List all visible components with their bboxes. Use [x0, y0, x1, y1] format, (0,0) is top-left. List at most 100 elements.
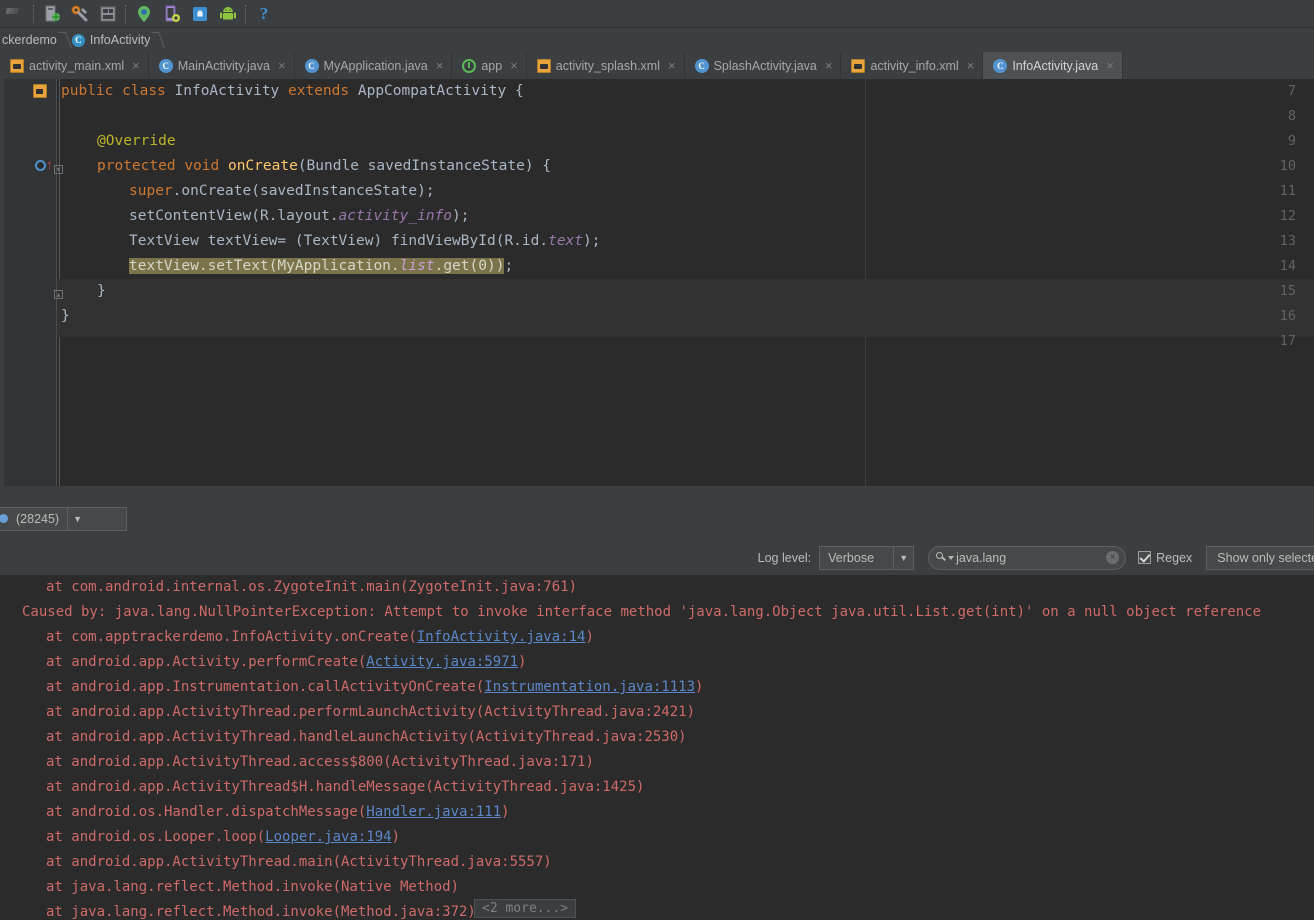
code-line-9[interactable]: @Override: [57, 129, 1314, 154]
editor-tab-activity-info-xml[interactable]: activity_info.xml×: [841, 52, 983, 79]
source-link[interactable]: Instrumentation.java:1113: [484, 679, 695, 695]
more-button-label: <2 more...>: [482, 901, 568, 916]
regex-checkbox[interactable]: [1138, 551, 1151, 564]
close-tab-icon[interactable]: ×: [510, 61, 518, 71]
token-cast-textview: TextView: [304, 233, 374, 249]
line-number-12: 12: [1280, 204, 1296, 229]
logcat-line: at android.app.Activity.performCreate(Ac…: [0, 650, 526, 675]
log-level-value: Verbose: [820, 551, 893, 565]
code-line-16[interactable]: }: [57, 304, 1314, 329]
editor-tab-infoactivity-java[interactable]: CInfoActivity.java×: [983, 52, 1123, 79]
code-line-12[interactable]: setContentView(R.layout.activity_info);: [57, 204, 1314, 229]
line-number-11: 11: [1280, 179, 1296, 204]
process-value: (28245): [8, 512, 67, 526]
layout-inspector-icon[interactable]: [97, 3, 119, 25]
code-editor[interactable]: public class InfoActivity extends AppCom…: [0, 79, 1314, 486]
logcat-line: at android.app.ActivityThread.handleLaun…: [0, 725, 687, 750]
logcat-search-input[interactable]: java.lang ×: [928, 546, 1126, 570]
close-tab-icon[interactable]: ×: [967, 61, 975, 71]
avd-manager-icon[interactable]: [69, 3, 91, 25]
logcat-text: at com.android.internal.os.ZygoteInit.ma…: [46, 579, 577, 595]
android-robot-icon[interactable]: [217, 3, 239, 25]
log-level-dropdown[interactable]: Verbose ▼: [819, 546, 914, 570]
line-number-7: 7: [1288, 79, 1296, 104]
editor-tab-app[interactable]: app×: [452, 52, 526, 79]
breadcrumb-item-project[interactable]: ckerdemo: [0, 30, 61, 50]
logcat-output[interactable]: at com.android.internal.os.ZygoteInit.ma…: [0, 575, 1314, 920]
log-level-chevron-down-icon[interactable]: ▼: [893, 547, 913, 569]
token-call-get: get: [443, 258, 469, 274]
line-number-16: 16: [1280, 304, 1296, 329]
token-R-2: R: [504, 233, 513, 249]
collapsed-stacktrace-more-button[interactable]: <2 more...>: [474, 899, 576, 918]
editor-tab-mainactivity-java[interactable]: CMainActivity.java×: [149, 52, 295, 79]
toolbar-separator-3: [245, 5, 247, 23]
log-level-label: Log level:: [758, 551, 812, 565]
logcat-text: ): [695, 679, 703, 695]
source-link[interactable]: Handler.java:111: [366, 804, 501, 820]
close-tab-icon[interactable]: ×: [436, 61, 444, 71]
xml-file-icon: [537, 59, 551, 73]
code-line-15[interactable]: }: [57, 279, 1314, 304]
sync-gradle-icon[interactable]: [5, 3, 27, 25]
java-class-icon: C: [695, 59, 709, 73]
process-dropdown[interactable]: (28245) ▼: [0, 507, 127, 531]
source-link[interactable]: InfoActivity.java:14: [417, 629, 586, 645]
xml-layout-gutter-icon[interactable]: [33, 84, 47, 98]
logcat-text: at com.apptrackerdemo.InfoActivity.onCre…: [46, 629, 417, 645]
token-type-textview: TextView: [129, 233, 199, 249]
show-only-selected-label: Show only selected: [1217, 551, 1314, 565]
logcat-text: at android.app.ActivityThread.handleLaun…: [46, 729, 687, 745]
token-var-textview-2: textView: [129, 258, 199, 274]
code-line-10[interactable]: protected void onCreate(Bundle savedInst…: [57, 154, 1314, 179]
help-icon[interactable]: ?: [253, 3, 275, 25]
close-tab-icon[interactable]: ×: [668, 61, 676, 71]
clear-search-icon[interactable]: ×: [1106, 551, 1119, 564]
editor-tab-activity-splash-xml[interactable]: activity_splash.xml×: [527, 52, 685, 79]
java-class-icon: C: [305, 59, 319, 73]
editor-code-area[interactable]: public class InfoActivity extends AppCom…: [57, 79, 1314, 486]
logcat-text: at android.os.Looper.loop(: [46, 829, 265, 845]
code-line-7[interactable]: public class InfoActivity extends AppCom…: [57, 79, 1314, 104]
editor-gutter[interactable]: [0, 79, 57, 486]
breadcrumb: ckerdemo C InfoActivity: [0, 28, 1314, 52]
logcat-text: at java.lang.reflect.Method.invoke(Nativ…: [46, 879, 459, 895]
breadcrumb-item-class[interactable]: C InfoActivity: [70, 30, 154, 50]
device-monitor-icon[interactable]: [161, 3, 183, 25]
close-tab-icon[interactable]: ×: [278, 61, 286, 71]
code-fold-expand-icon[interactable]: ▴: [54, 290, 63, 299]
code-line-13[interactable]: TextView textView= (TextView) findViewBy…: [57, 229, 1314, 254]
regex-checkbox-wrapper[interactable]: Regex: [1138, 551, 1192, 565]
location-pin-icon[interactable]: [133, 3, 155, 25]
close-tab-icon[interactable]: ×: [132, 61, 140, 71]
token-var-savedinstancestate: savedInstanceState: [368, 158, 525, 174]
source-link[interactable]: Looper.java:194: [265, 829, 391, 845]
line-number-17: 17: [1280, 329, 1296, 354]
logcat-text: at android.app.ActivityThread.performLau…: [46, 704, 695, 720]
chevron-down-icon[interactable]: ▼: [67, 508, 87, 530]
line-number-9: 9: [1288, 129, 1296, 154]
logcat-line: at android.app.ActivityThread.performLau…: [0, 700, 695, 725]
logcat-text: at android.app.ActivityThread.main(Activ…: [46, 854, 552, 870]
token-void: void: [184, 158, 219, 174]
logcat-line: at android.app.Instrumentation.callActiv…: [0, 675, 703, 700]
editor-tab-myapplication-java[interactable]: CMyApplication.java×: [295, 52, 453, 79]
override-method-gutter-icon[interactable]: [35, 160, 46, 171]
sdk-manager-icon[interactable]: [41, 3, 63, 25]
close-tab-icon[interactable]: ×: [825, 61, 833, 71]
token-call-findviewbyid: findViewById: [391, 233, 496, 249]
token-override-annotation: @Override: [97, 133, 176, 149]
breadcrumb-project-label: ckerdemo: [2, 33, 57, 47]
source-link[interactable]: Activity.java:5971: [366, 654, 518, 670]
close-tab-icon[interactable]: ×: [1106, 61, 1114, 71]
show-only-selected-button[interactable]: Show only selected: [1206, 546, 1314, 570]
editor-tab-splashactivity-java[interactable]: CSplashActivity.java×: [685, 52, 842, 79]
android-device-icon[interactable]: [189, 3, 211, 25]
editor-tab-label: InfoActivity.java: [1012, 59, 1098, 73]
code-fold-collapse-icon[interactable]: ▾: [54, 165, 63, 174]
code-line-14[interactable]: textView.setText(MyApplication.list.get(…: [57, 254, 1314, 279]
xml-file-icon: [10, 59, 24, 73]
editor-tab-activity-main-xml[interactable]: activity_main.xml×: [0, 52, 149, 79]
code-line-11[interactable]: super.onCreate(savedInstanceState);: [57, 179, 1314, 204]
logcat-line: at java.lang.reflect.Method.invoke(Metho…: [0, 900, 476, 920]
